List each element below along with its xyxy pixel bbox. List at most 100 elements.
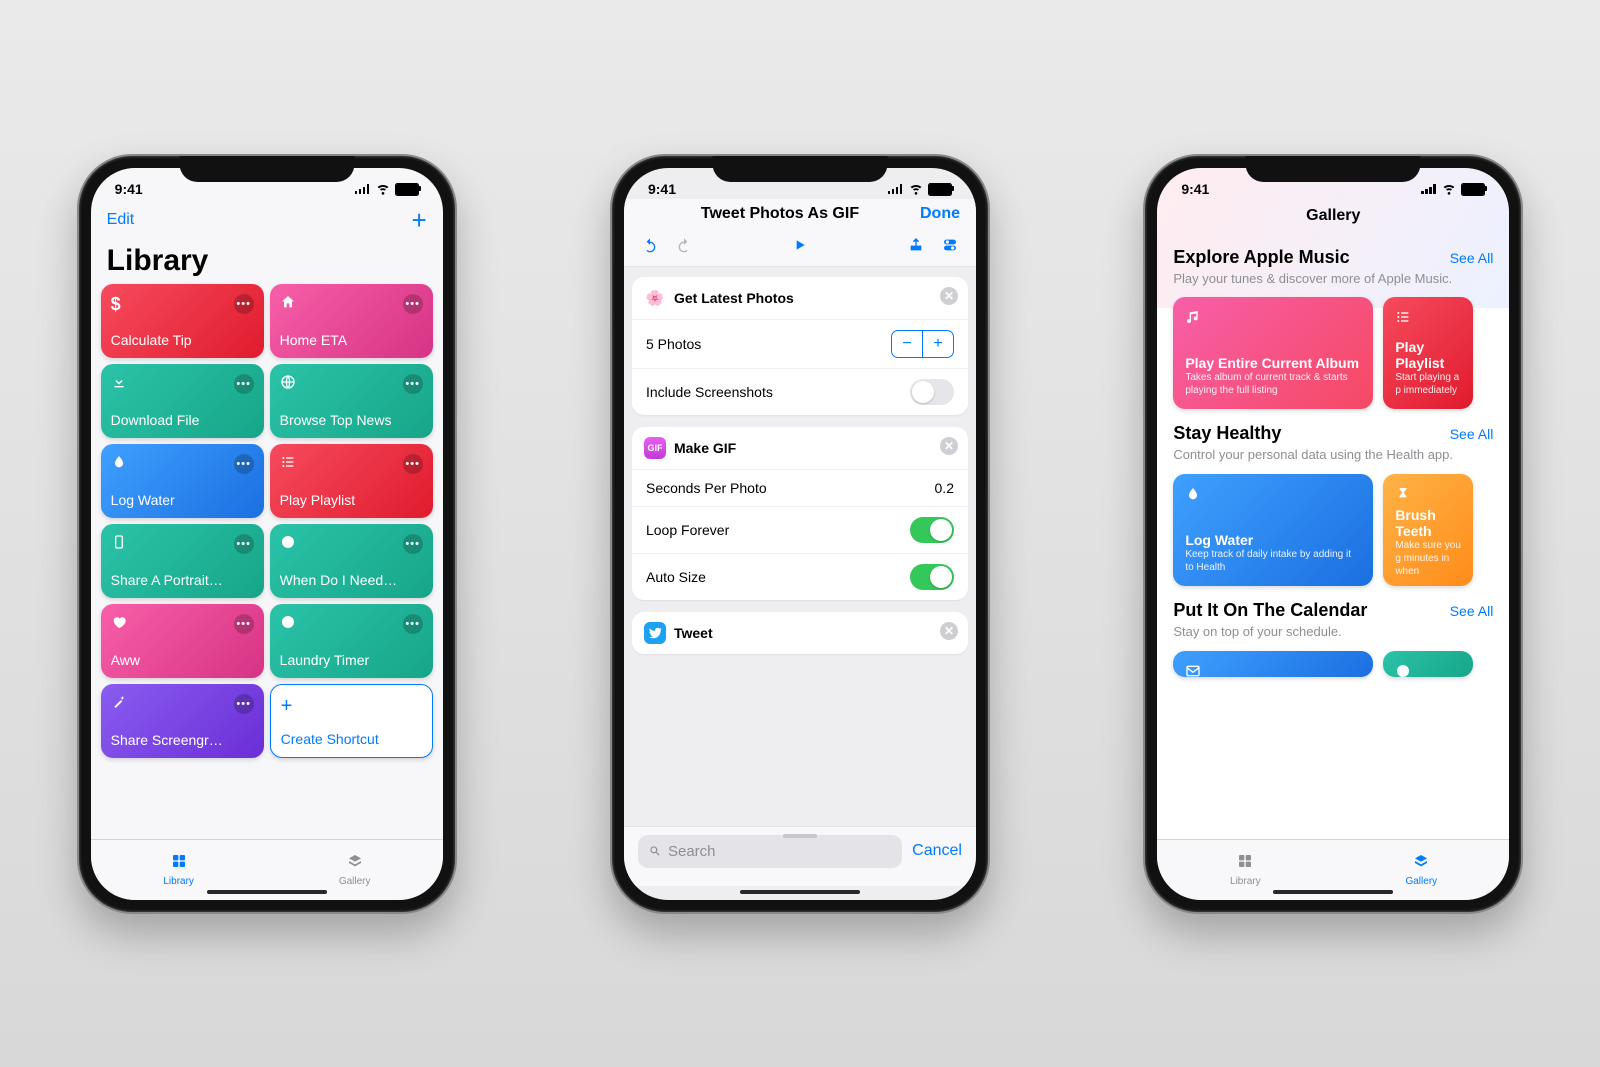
remove-action-button[interactable]: ✕ (940, 287, 958, 305)
create-shortcut-button[interactable]: +Create Shortcut (270, 684, 433, 758)
gallery-card-play-playlist[interactable]: Play PlaylistStart playing a p immediate… (1383, 297, 1473, 409)
gallery-sections: Explore Apple MusicSee AllPlay your tune… (1157, 233, 1509, 678)
section-title: Explore Apple Music (1173, 247, 1349, 268)
hourglass-icon (1395, 486, 1461, 507)
auto-size-switch[interactable] (910, 564, 954, 590)
auto-size-label: Auto Size (646, 569, 706, 585)
stepper-minus[interactable]: − (892, 331, 923, 357)
redo-button[interactable] (676, 237, 692, 258)
shortcut-tile-log-water[interactable]: ••• Log Water (101, 444, 264, 518)
tile-options-button[interactable]: ••• (234, 534, 254, 554)
gallery-card-calendar-card-2[interactable] (1383, 651, 1473, 677)
mail-icon (1185, 663, 1361, 684)
gallery-screen: 9:41 Gallery Explore Apple MusicSee AllP… (1157, 168, 1509, 900)
photo-count-stepper[interactable]: − + (891, 330, 954, 358)
settings-button[interactable] (942, 237, 958, 258)
tile-options-button[interactable]: ••• (403, 614, 423, 634)
shortcut-tile-laundry-timer[interactable]: ••• Laundry Timer (270, 604, 433, 678)
shortcut-tile-browse-top-news[interactable]: •••Browse Top News (270, 364, 433, 438)
shortcut-grid: $•••Calculate Tip•••Home ETA•••Download … (91, 284, 443, 758)
share-button[interactable] (908, 237, 924, 258)
drag-handle[interactable] (783, 834, 817, 838)
gallery-card-log-water[interactable]: Log WaterKeep track of daily intake by a… (1173, 474, 1373, 586)
tile-options-button[interactable]: ••• (234, 454, 254, 474)
see-all-button[interactable]: See All (1450, 250, 1494, 266)
status-time: 9:41 (1181, 181, 1209, 197)
gif-icon: GIF (644, 437, 666, 459)
action-tweet[interactable]: Tweet ✕ (632, 612, 968, 654)
editor-screen: 9:41 Tweet Photos As GIF Done (624, 168, 976, 900)
action-title: Tweet (674, 625, 713, 641)
card-title: Play Playlist (1395, 339, 1461, 371)
section-desc: Stay on top of your schedule. (1173, 624, 1493, 641)
search-icon (648, 844, 662, 858)
music-icon (1185, 309, 1361, 330)
card-subtitle: Takes album of current track & starts pl… (1185, 371, 1361, 397)
loop-forever-switch[interactable] (910, 517, 954, 543)
tab-library-label: Library (163, 876, 194, 887)
layers-icon (347, 853, 363, 874)
stepper-plus[interactable]: + (923, 331, 953, 357)
tile-options-button[interactable]: ••• (234, 694, 254, 714)
add-button[interactable]: + (411, 205, 426, 236)
card-row[interactable] (1173, 651, 1493, 677)
play-button[interactable] (792, 237, 808, 258)
shortcut-tile-share-screengrab[interactable]: ••• Share Screengr… (101, 684, 264, 758)
tile-label: Laundry Timer (280, 652, 423, 668)
shortcut-tile-when-do-i-need[interactable]: •••When Do I Need… (270, 524, 433, 598)
section-stay-healthy: Stay HealthySee AllControl your personal… (1157, 409, 1509, 586)
shortcut-tile-share-portrait[interactable]: ••• Share A Portrait… (101, 524, 264, 598)
section-put-it-on-calendar: Put It On The CalendarSee AllStay on top… (1157, 586, 1509, 677)
gallery-card-play-entire-album[interactable]: Play Entire Current AlbumTakes album of … (1173, 297, 1373, 409)
tile-options-button[interactable]: ••• (403, 534, 423, 554)
action-make-gif[interactable]: GIF Make GIF ✕ Seconds Per Photo 0.2 Loo… (632, 427, 968, 600)
tile-options-button[interactable]: ••• (403, 294, 423, 314)
see-all-button[interactable]: See All (1450, 426, 1494, 442)
tile-label: Log Water (111, 492, 254, 508)
search-input[interactable]: Search (638, 835, 902, 868)
done-button[interactable]: Done (920, 205, 960, 223)
photo-count-label: 5 Photos (646, 336, 701, 352)
gallery-card-brush-teeth[interactable]: Brush TeethMake sure you g minutes in wh… (1383, 474, 1473, 586)
include-screenshots-label: Include Screenshots (646, 384, 773, 400)
search-placeholder: Search (668, 843, 716, 860)
shortcut-tile-aww[interactable]: •••Aww (101, 604, 264, 678)
seconds-label: Seconds Per Photo (646, 480, 767, 496)
remove-action-button[interactable]: ✕ (940, 437, 958, 455)
remove-action-button[interactable]: ✕ (940, 622, 958, 640)
wifi-icon (375, 180, 391, 199)
card-subtitle: Start playing a p immediately (1395, 371, 1461, 397)
loop-forever-label: Loop Forever (646, 522, 729, 538)
card-title: Brush Teeth (1395, 507, 1461, 539)
action-get-latest-photos[interactable]: 🌸 Get Latest Photos ✕ 5 Photos − + Inclu… (632, 277, 968, 415)
tile-label: Home ETA (280, 332, 423, 348)
editor-title: Tweet Photos As GIF (640, 205, 920, 223)
tile-options-button[interactable]: ••• (403, 454, 423, 474)
clock-icon (280, 534, 296, 555)
see-all-button[interactable]: See All (1450, 603, 1494, 619)
cellular-icon (1421, 184, 1437, 194)
undo-button[interactable] (642, 237, 658, 258)
seconds-value[interactable]: 0.2 (935, 480, 954, 496)
cancel-button[interactable]: Cancel (912, 842, 962, 860)
action-title: Make GIF (674, 440, 736, 456)
shortcut-tile-download-file[interactable]: •••Download File (101, 364, 264, 438)
clock-icon (280, 614, 296, 635)
edit-button[interactable]: Edit (107, 211, 135, 229)
shortcut-tile-play-playlist[interactable]: •••Play Playlist (270, 444, 433, 518)
gallery-card-calendar-card-1[interactable] (1173, 651, 1373, 677)
tile-options-button[interactable]: ••• (234, 614, 254, 634)
tile-options-button[interactable]: ••• (234, 294, 254, 314)
tile-options-button[interactable]: ••• (234, 374, 254, 394)
card-row[interactable]: Play Entire Current AlbumTakes album of … (1173, 297, 1493, 409)
section-title: Stay Healthy (1173, 423, 1281, 444)
wifi-icon (908, 180, 924, 199)
tile-options-button[interactable]: ••• (403, 374, 423, 394)
shortcut-tile-calculate-tip[interactable]: $•••Calculate Tip (101, 284, 264, 358)
shortcut-tile-home-eta[interactable]: ••• Home ETA (270, 284, 433, 358)
globe-icon (280, 374, 296, 395)
tile-label: Share Screengr… (111, 732, 254, 748)
card-row[interactable]: Log WaterKeep track of daily intake by a… (1173, 474, 1493, 586)
tile-label: Share A Portrait… (111, 572, 254, 588)
include-screenshots-switch[interactable] (910, 379, 954, 405)
